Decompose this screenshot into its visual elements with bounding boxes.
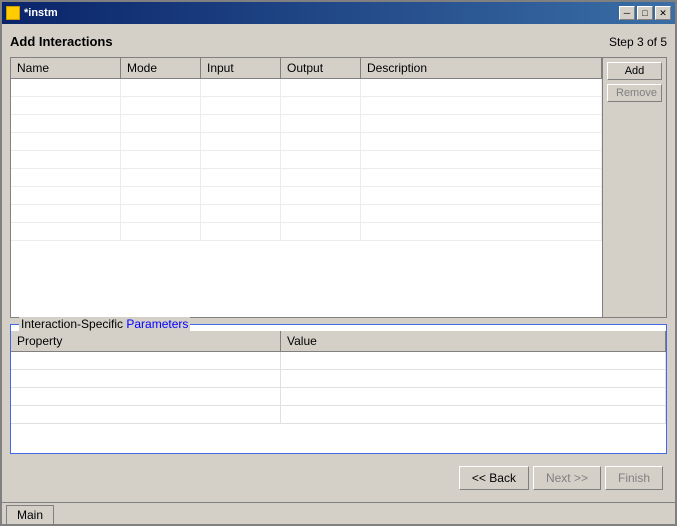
back-button[interactable]: << Back <box>459 466 529 490</box>
tab-main[interactable]: Main <box>6 505 54 524</box>
table-row <box>11 187 602 205</box>
main-content: Add Interactions Step 3 of 5 Name Mode <box>2 24 675 502</box>
isp-row <box>11 352 666 370</box>
isp-section: Interaction-Specific Parameters Property… <box>10 324 667 454</box>
cell-desc <box>361 79 602 96</box>
isp-label: Interaction-Specific Parameters <box>19 317 190 331</box>
header-row: Add Interactions Step 3 of 5 <box>10 32 667 51</box>
remove-button[interactable]: Remove <box>607 84 662 102</box>
step-indicator: Step 3 of 5 <box>609 35 667 49</box>
right-btn-panel: Add Remove <box>602 58 666 317</box>
isp-label-blue: Parameters <box>123 317 188 331</box>
cell-mode <box>121 79 201 96</box>
col-headers: Name Mode Input Output Description <box>11 58 602 79</box>
finish-button[interactable]: Finish <box>605 466 663 490</box>
isp-row <box>11 388 666 406</box>
table-row <box>11 223 602 241</box>
col-output: Output <box>281 58 361 78</box>
table-row <box>11 151 602 169</box>
table-row <box>11 205 602 223</box>
window-title: *instm <box>24 7 58 19</box>
tab-bar: Main <box>2 502 675 524</box>
isp-rows <box>11 352 666 453</box>
isp-row <box>11 370 666 388</box>
interactions-table-left: Name Mode Input Output Description <box>11 58 602 317</box>
close-button[interactable]: ✕ <box>655 6 671 20</box>
interactions-rows <box>11 79 602 317</box>
col-mode: Mode <box>121 58 201 78</box>
table-row <box>11 115 602 133</box>
interactions-table-container: Name Mode Input Output Description <box>10 57 667 318</box>
cell-input <box>201 79 281 96</box>
table-row <box>11 97 602 115</box>
isp-row <box>11 406 666 424</box>
add-button[interactable]: Add <box>607 62 662 80</box>
col-name: Name <box>11 58 121 78</box>
cell-name <box>11 79 121 96</box>
title-bar: *instm ─ □ ✕ <box>2 2 675 24</box>
section-container: Name Mode Input Output Description <box>10 57 667 454</box>
main-window: *instm ─ □ ✕ Add Interactions Step 3 of … <box>0 0 677 526</box>
cell-output <box>281 79 361 96</box>
col-description: Description <box>361 58 602 78</box>
bottom-buttons: << Back Next >> Finish <box>10 460 667 494</box>
table-row <box>11 133 602 151</box>
next-button[interactable]: Next >> <box>533 466 601 490</box>
isp-label-black: Interaction-Specific <box>21 317 123 331</box>
title-bar-left: *instm <box>6 6 58 20</box>
page-title: Add Interactions <box>10 34 113 49</box>
isp-col-value: Value <box>281 331 666 351</box>
app-icon <box>6 6 20 20</box>
col-input: Input <box>201 58 281 78</box>
title-bar-controls: ─ □ ✕ <box>619 6 671 20</box>
isp-col-property: Property <box>11 331 281 351</box>
minimize-button[interactable]: ─ <box>619 6 635 20</box>
table-row <box>11 169 602 187</box>
maximize-button[interactable]: □ <box>637 6 653 20</box>
isp-col-headers: Property Value <box>11 331 666 352</box>
table-row <box>11 79 602 97</box>
